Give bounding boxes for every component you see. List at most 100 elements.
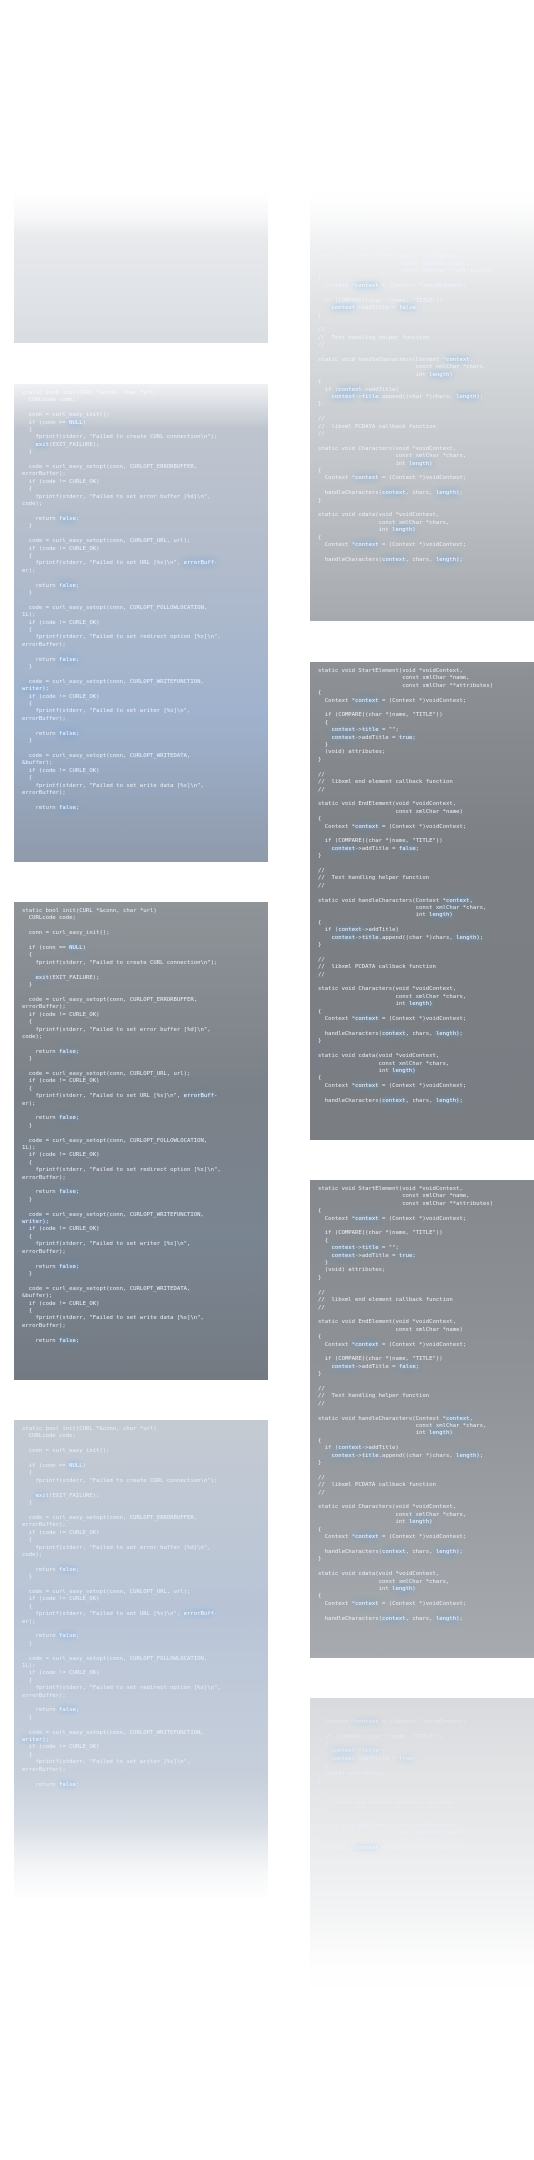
code-line: { [22, 1751, 33, 1758]
code-line: static void StartElement(void *voidConte… [318, 1186, 463, 1192]
code-line: return false; [22, 1115, 80, 1122]
code-line: } [318, 401, 322, 408]
highlighted-token: true [398, 734, 413, 741]
code-line: if (context->addTitle) [318, 1445, 399, 1452]
code-line: { [318, 1208, 322, 1215]
code-line: return false; [22, 804, 80, 811]
code-line: } [22, 449, 33, 456]
code-line: conn = curl_easy_init(); [22, 930, 110, 937]
code-line: { [22, 627, 33, 633]
code-line: // [318, 1792, 325, 1799]
code-line: code = curl_easy_setopt(conn, CURLOPT_ER… [22, 1514, 198, 1521]
highlighted-token: title [361, 934, 379, 941]
code-line: if (COMPARE((char *)name, "TITLE")) [318, 1356, 443, 1363]
highlighted-token: length) [392, 1067, 416, 1074]
highlighted-token: exit [35, 974, 49, 981]
highlighted-token: context [355, 1718, 379, 1725]
code-line: code = curl_easy_setopt(conn, CURLOPT_FO… [22, 604, 208, 611]
code-line: fprintf(stderr, "Failed to set error buf… [22, 1026, 211, 1033]
highlighted-token: writer); [22, 1219, 49, 1226]
code-line: } [22, 1270, 33, 1277]
code-line: fprintf(stderr, "Failed to create CURL c… [22, 434, 218, 441]
code-line: if (conn == NULL) [22, 419, 87, 426]
code-line: exit(EXIT_FAILURE); [35, 1492, 100, 1499]
highlighted-token: context [338, 1445, 362, 1452]
highlighted-token: context [331, 934, 356, 941]
code-line: fprintf(stderr, "Failed to set writer [%… [22, 708, 191, 715]
code-line: // libxml PCDATA callback function [318, 1482, 436, 1489]
code-line: context->addTitle = false; [331, 845, 420, 852]
code-line: // [318, 1385, 325, 1392]
code-line: CURLcode code; [22, 397, 76, 404]
code-line: if (code != CURLE_OK) [22, 1529, 100, 1536]
code-line: return false; [22, 730, 80, 737]
code-line: static void cdata(void *voidContext, [318, 1053, 440, 1060]
code-line: int length) [318, 371, 453, 378]
code-line: return false; [22, 1337, 80, 1344]
code-screen-tile-3: static bool init(CURL *&conn, char *url)… [14, 902, 268, 1380]
code-line: { [22, 701, 33, 708]
code-line: const xmlChar *chars, [318, 364, 487, 371]
code-text: static void StartElement(void *voidConte… [318, 1186, 526, 1623]
highlighted-token: context [331, 727, 356, 734]
code-line: } [318, 1556, 322, 1563]
highlighted-token: context [382, 1030, 406, 1037]
highlighted-token: length) [392, 1585, 416, 1592]
code-line: // Text handling helper function [318, 334, 430, 341]
highlighted-token: context [355, 1341, 379, 1348]
highlighted-token: context [382, 1615, 406, 1622]
code-line: static void StartElement(void *voidConte… [318, 668, 463, 674]
code-line: context->addTitle = false; [331, 305, 420, 312]
highlighted-token: true [398, 1252, 413, 1259]
code-line: // [318, 1807, 325, 1814]
highlighted-token: errorBuff- [183, 560, 218, 567]
code-line: // [318, 1474, 325, 1481]
code-line: static void StartElement(void *voidConte… [318, 253, 463, 260]
code-line: const xmlChar *name) [318, 1326, 463, 1333]
highlighted-token: false [59, 1633, 76, 1640]
code-line: &buffer); [22, 1293, 53, 1300]
code-line: &buffer); [22, 760, 53, 767]
code-line: // [318, 971, 325, 978]
code-line: { [318, 690, 322, 697]
code-line: } [22, 1714, 33, 1721]
highlighted-token: false [59, 804, 76, 811]
code-line: Context *context = (Context *)voidContex… [318, 1082, 467, 1089]
code-line: if (code != CURLE_OK) [22, 619, 100, 626]
code-line: } [22, 1122, 33, 1129]
code-line: fprintf(stderr, "Failed to set URL [%s]\… [22, 560, 218, 567]
code-line: // [318, 771, 325, 778]
code-line: errorBuffer); [22, 1522, 66, 1529]
code-line: if (COMPARE((char *)name, "TITLE")) [318, 1733, 443, 1740]
highlighted-token: writer); [22, 686, 49, 693]
code-line: er); [22, 1618, 36, 1625]
code-text: static void init(CURL *&conn, char *url)… [22, 390, 260, 812]
code-line: static void EndElement(void *voidContext… [318, 1319, 457, 1326]
code-line: if (COMPARE((char *)name, "TITLE")) [318, 712, 443, 719]
code-line: context->title.append((char *)chars, len… [331, 934, 484, 941]
code-line: } [22, 1574, 33, 1581]
highlighted-token: errorBuff- [183, 1093, 218, 1100]
highlighted-token: context [355, 475, 379, 482]
code-line: Context *context = (Context *)voidContex… [318, 1341, 467, 1348]
highlighted-token: length) [435, 1097, 460, 1104]
